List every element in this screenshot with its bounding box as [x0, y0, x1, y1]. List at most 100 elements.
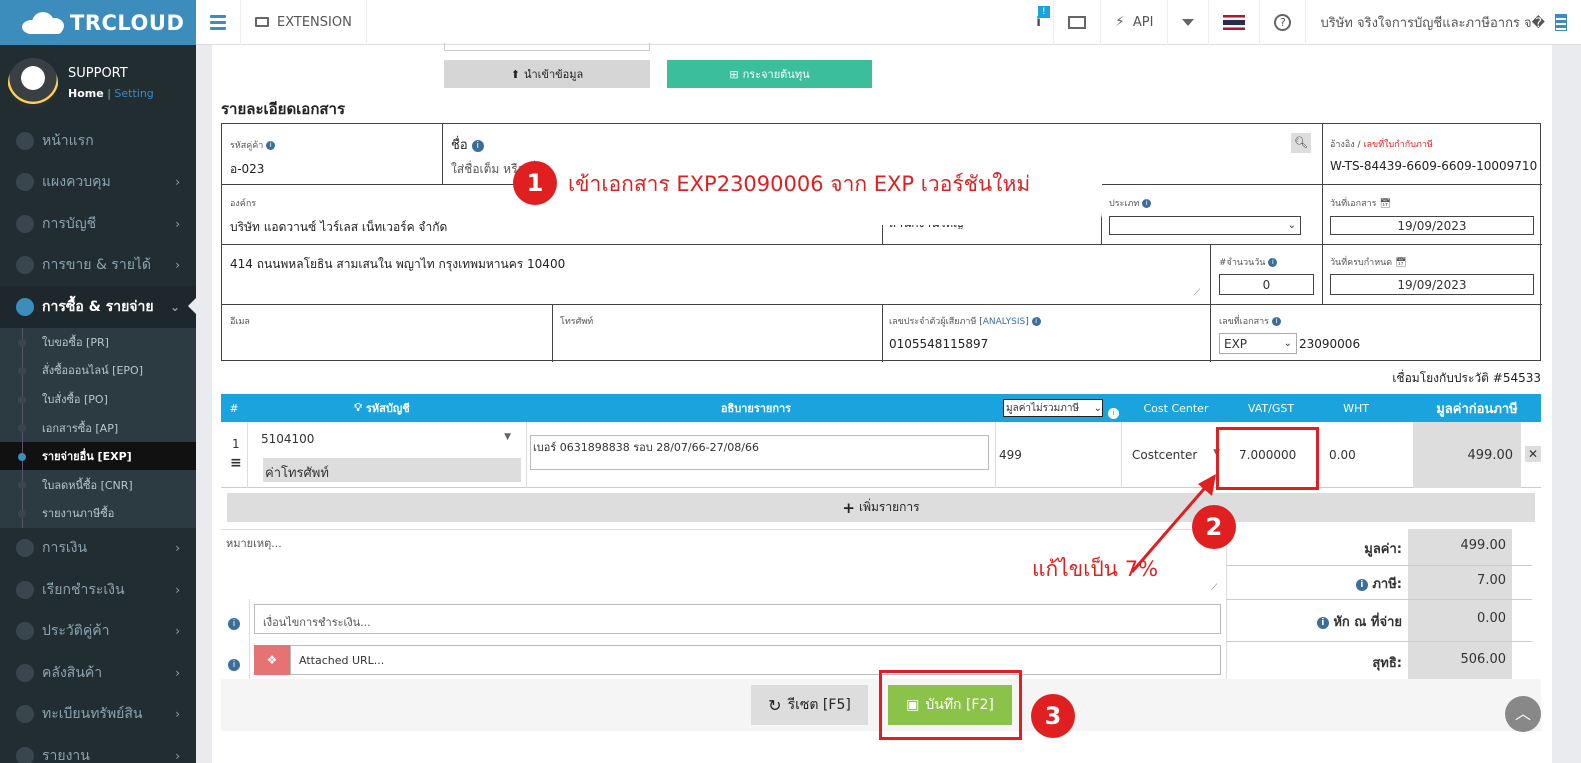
section-title: รายละเอียดเอกสาร: [221, 100, 346, 118]
type-select[interactable]: ⌄: [1109, 216, 1301, 235]
name-label: ชื่อ i: [451, 134, 484, 155]
account-name: ค่าโทรศัพท์: [263, 458, 521, 482]
docno-label: เลขที่เอกสาร i: [1219, 314, 1281, 328]
sidebar-item-menu0[interactable]: หน้าแรก: [0, 120, 196, 162]
home-link[interactable]: Home: [68, 87, 104, 100]
dropbox-icon: ❖: [266, 653, 278, 667]
sidebar-item-menu20[interactable]: การเงิน ›: [0, 528, 196, 570]
description-textarea[interactable]: เบอร์ 0631898838 รอบ 28/07/66-27/08/66: [530, 435, 989, 470]
company-selector[interactable]: บริษัท จริงใจการบัญชีและภาษีอากร จ�: [1306, 0, 1581, 45]
sidebar-item-menu2[interactable]: การบัญชี ›: [0, 203, 196, 245]
contact-icon: [16, 622, 34, 641]
mail-button[interactable]: [1054, 0, 1102, 45]
docno-value[interactable]: 23090006: [1299, 337, 1360, 351]
help-button[interactable]: ?: [1260, 0, 1307, 45]
search-button[interactable]: 🔍︎: [1291, 133, 1311, 153]
scroll-top-button[interactable]: ︿: [1505, 696, 1541, 732]
docdate-input[interactable]: 19/09/2023: [1330, 216, 1534, 235]
submenu-item[interactable]: ใบสั่งซื้อ [PO]: [0, 384, 196, 414]
sidebar-item-label: การเงิน: [42, 540, 88, 557]
customer-code-value[interactable]: อ-023: [230, 160, 264, 179]
remove-row-button[interactable]: ✕: [1525, 446, 1541, 462]
submenu-item[interactable]: รายงานภาษีซื้อ: [0, 499, 196, 528]
prefix-select[interactable]: EXP ⌄: [1219, 333, 1297, 354]
submenu-label: ใบสั่งซื้อ [PO]: [42, 392, 108, 406]
org-label: องค์กร: [230, 199, 257, 209]
chevron-right-icon: ›: [175, 258, 180, 273]
language-flag-button[interactable]: [1209, 0, 1261, 45]
company-name: บริษัท จริงใจการบัญชีและภาษีอากร จ�: [1320, 15, 1545, 31]
sidebar-item-menu22[interactable]: ประวัติคู่ค้า ›: [0, 611, 196, 653]
phone-label: โทรศัพท์: [560, 317, 594, 327]
submenu-item[interactable]: ใบลดหนี้ซื้อ [CNR]: [0, 470, 196, 499]
sidebar-item-menu3[interactable]: การขาย & รายได้ ›: [0, 245, 196, 287]
price-input[interactable]: 499: [999, 448, 1022, 462]
setting-link[interactable]: Setting: [114, 87, 153, 100]
sidebar-item-label: แผงควบคุม: [42, 174, 111, 191]
notification-button[interactable]: i !: [1024, 0, 1055, 45]
info-icon: i: [471, 139, 484, 152]
extension-button[interactable]: EXTENSION: [241, 0, 367, 45]
address-textarea[interactable]: 414 ถนนพหลโยธิน สามเสนใน พญาไท กรุงเทพมห…: [230, 255, 565, 274]
submenu-item[interactable]: สั่งซื้อออนไลน์ [EPO]: [0, 356, 196, 385]
top-input-stub: [444, 43, 650, 51]
reference-value[interactable]: W-TS-84439-6609-6609-10009710: [1330, 159, 1537, 173]
reset-button[interactable]: ↻ รีเซต [F5]: [751, 685, 868, 725]
sidebar-item-label: หน้าแรก: [42, 132, 94, 149]
dropbox-button[interactable]: ❖: [254, 645, 290, 675]
totals-wht-label: i หัก ณ ที่จ่าย: [1272, 611, 1402, 632]
sidebar-item-label: คลังสินค้า: [42, 664, 103, 681]
price-mode-select[interactable]: มูลค่าไม่รวมภาษี ⌄: [1003, 399, 1103, 417]
duedate-input[interactable]: 19/09/2023: [1330, 274, 1534, 295]
sidebar-item-label: ประวัติคู่ค้า: [42, 623, 110, 640]
submenu-item[interactable]: รายจ่ายอื่น [EXP]: [0, 441, 196, 471]
dropdown-button[interactable]: [1168, 0, 1210, 45]
attached-url-input[interactable]: Attached URL...: [290, 645, 1221, 675]
history-link[interactable]: เชื่อมโยงกับประวัติ #54533: [1392, 369, 1541, 388]
totals-net-label: สุทธิ:: [1372, 656, 1402, 671]
org-value[interactable]: บริษัท แอดวานซ์ ไวร์เลส เน็ทเวอร์ค จำกัด: [230, 218, 447, 237]
bullet-icon: [18, 424, 26, 433]
distribute-cost-button[interactable]: ⊞ กระจายต้นทุน: [667, 60, 872, 88]
cart-icon: [16, 297, 34, 316]
wht-input[interactable]: 0.00: [1329, 448, 1356, 462]
report-icon: [16, 746, 34, 763]
api-button[interactable]: ⚡ API: [1101, 0, 1169, 45]
submenu-item[interactable]: เอกสารซื้อ [AP]: [0, 413, 196, 442]
analysis-link[interactable]: ANALYSIS: [983, 317, 1025, 327]
distribute-label: กระจายต้นทุน: [742, 68, 810, 81]
sidebar-item-menu1[interactable]: แผงควบคุม ›: [0, 162, 196, 204]
cubes-icon: [16, 663, 34, 682]
days-label: #จำนวนวัน i: [1219, 255, 1278, 269]
import-label: นำเข้าข้อมูล: [523, 68, 584, 81]
col-amount-header: มูลค่าก่อนภาษี: [1436, 401, 1518, 417]
sidebar-item-menu24[interactable]: ทะเบียนทรัพย์สิน ›: [0, 694, 196, 736]
sidebar-item-menu4[interactable]: การซื้อ & รายจ่าย ⌄: [0, 286, 196, 328]
costcenter-select[interactable]: Costcenter ▼: [1132, 448, 1220, 462]
account-select[interactable]: 5104100 ▼: [261, 432, 511, 446]
info-icon: i: [1142, 199, 1152, 208]
taxid-value[interactable]: 0105548115897: [889, 337, 988, 351]
days-input[interactable]: 0: [1219, 274, 1314, 295]
menu-toggle-button[interactable]: [196, 0, 241, 45]
info-icon: i: [1108, 403, 1119, 422]
info-icon: i: [228, 613, 240, 632]
drag-handle-icon[interactable]: ≡: [230, 455, 242, 471]
amount-value: 499.00: [1413, 422, 1521, 488]
chevron-right-icon: ›: [175, 175, 180, 190]
payment-terms-input[interactable]: เงื่อนไขการชำระเงิน...: [254, 604, 1221, 634]
user-name: SUPPORT: [68, 65, 128, 81]
totals-value-label: มูลค่า:: [1364, 542, 1402, 557]
step3-badge: 3: [1031, 694, 1075, 738]
import-button[interactable]: ⬆ นำเข้าข้อมูล: [444, 60, 650, 88]
submenu-item[interactable]: ใบขอซื้อ [PR]: [0, 327, 196, 357]
chevron-down-icon: ⌄: [1283, 338, 1292, 349]
sidebar-item-menu25[interactable]: รายงาน ›: [0, 735, 196, 763]
brand-logo[interactable]: TRCLOUD: [0, 0, 196, 45]
chevron-right-icon: ›: [175, 624, 180, 639]
submenu-label: รายจ่ายอื่น [EXP]: [42, 450, 132, 464]
sidebar-item-menu21[interactable]: เรียกชำระเงิน ›: [0, 569, 196, 611]
info-icon: i: [228, 654, 240, 673]
sidebar-item-menu23[interactable]: คลังสินค้า ›: [0, 652, 196, 694]
add-row-button[interactable]: + เพิ่มรายการ: [227, 493, 1535, 522]
